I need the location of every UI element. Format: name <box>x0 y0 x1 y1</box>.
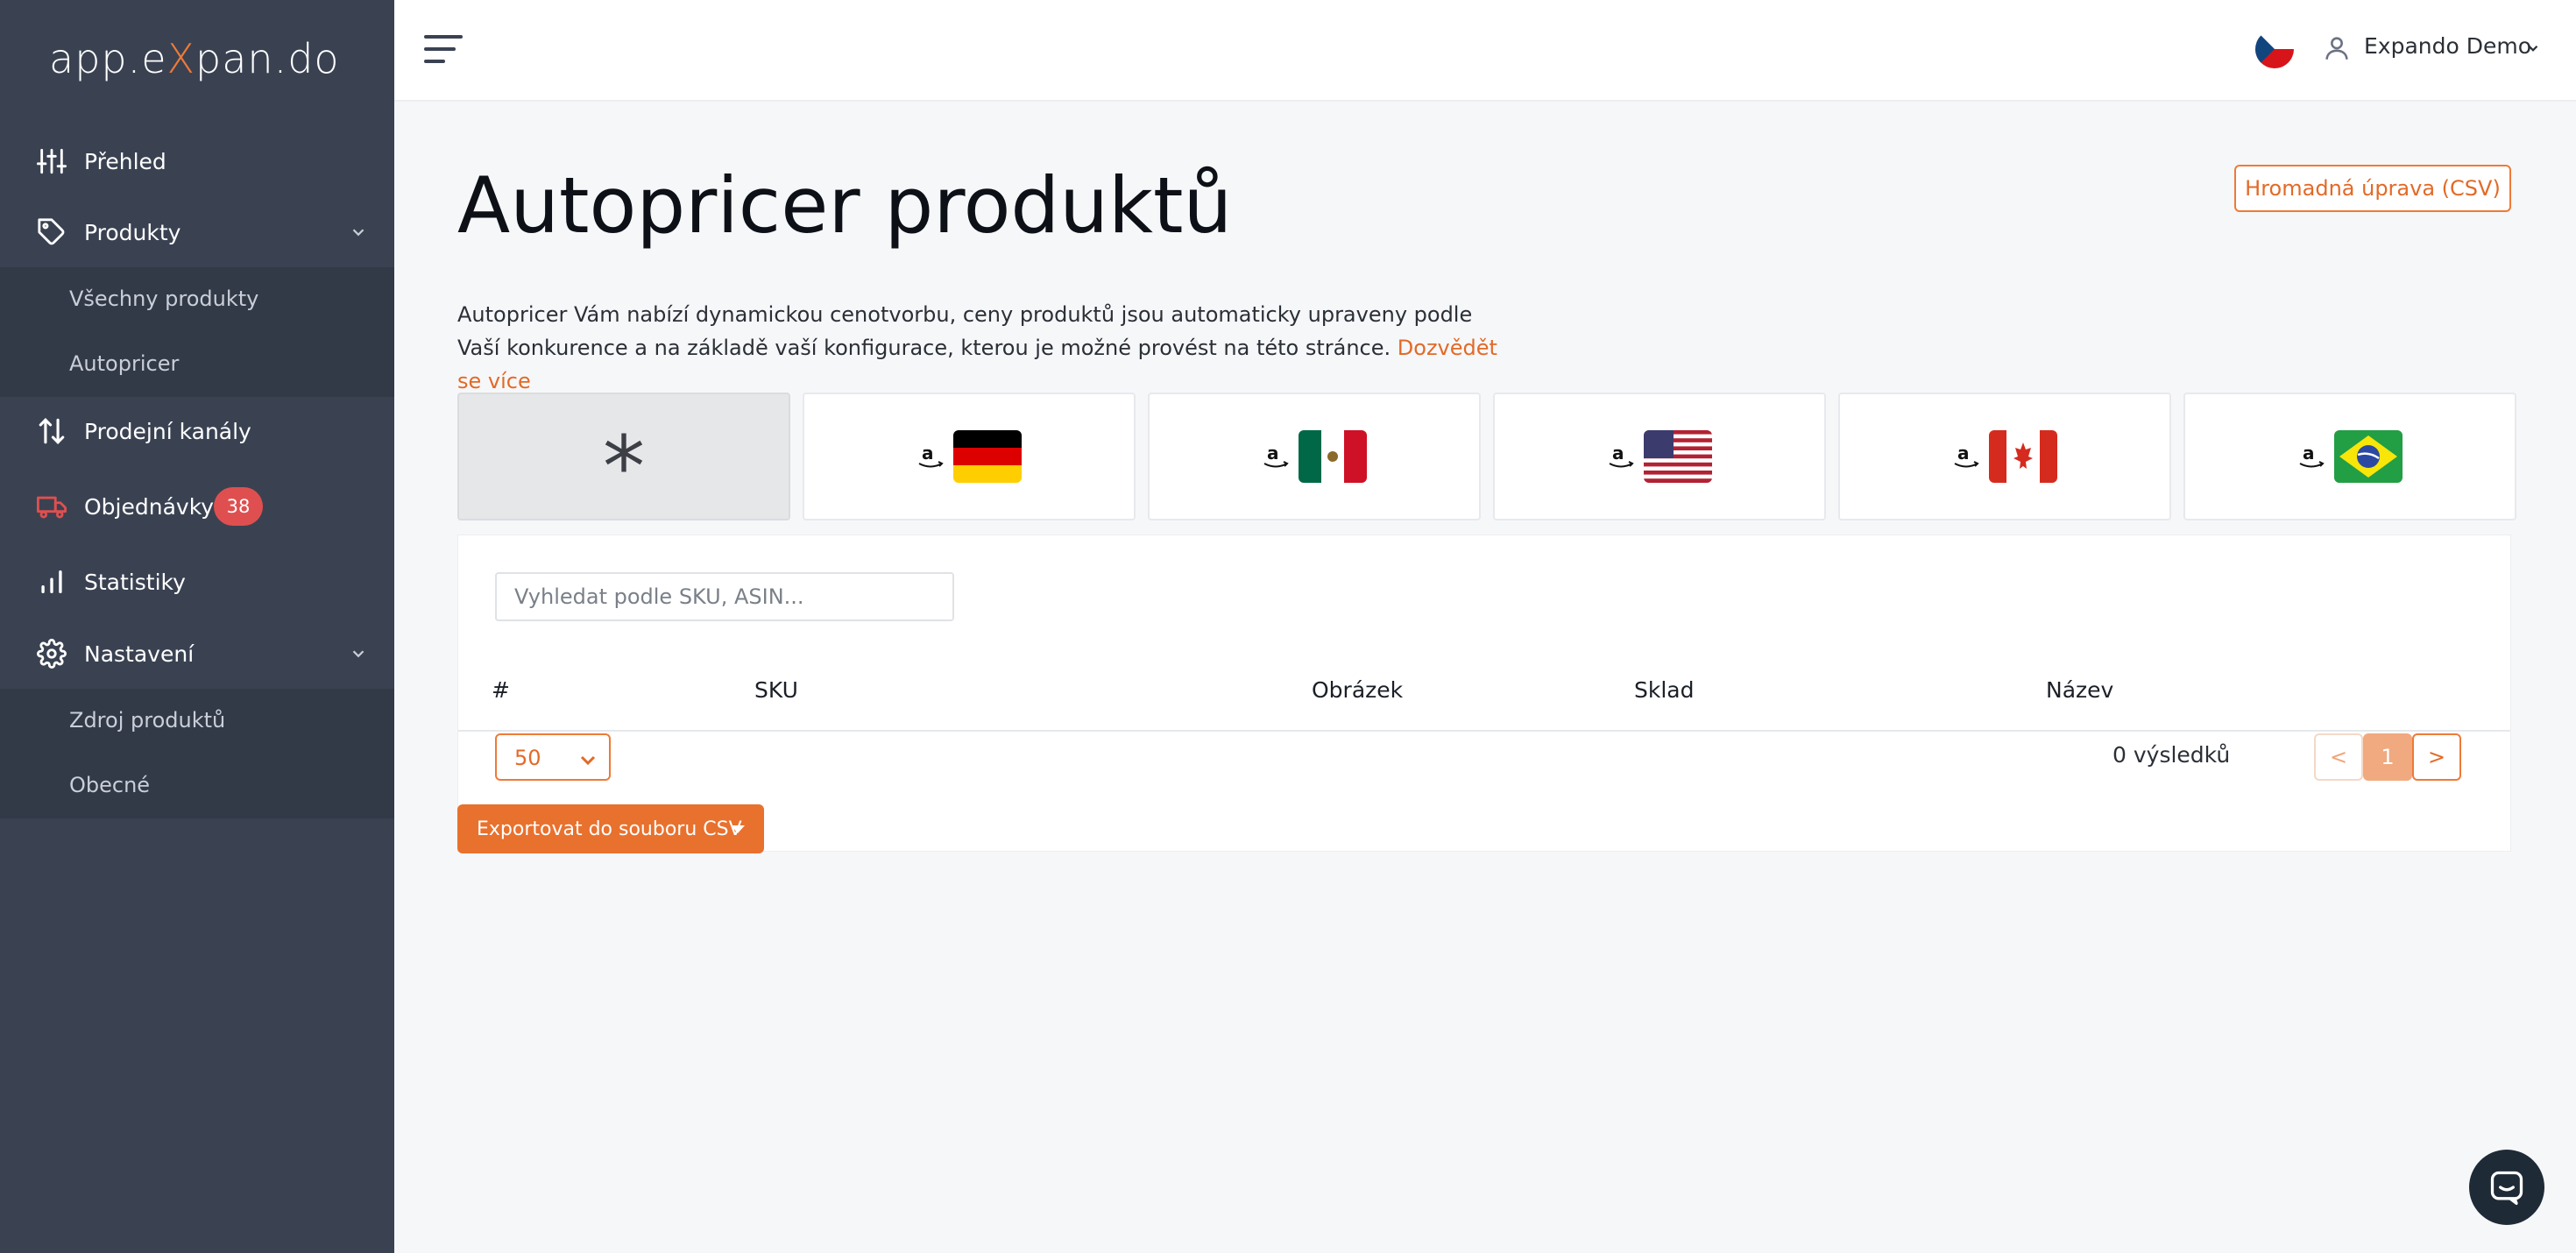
menu-toggle-icon[interactable] <box>422 32 464 67</box>
column-header-sku[interactable]: SKU <box>754 677 798 703</box>
marketplace-tab-mx[interactable]: a <box>1148 393 1481 520</box>
marketplace-tab-br[interactable]: a <box>2183 393 2516 520</box>
column-header-name[interactable]: Název <box>2046 677 2113 703</box>
pagination-page-button[interactable]: 1 <box>2363 733 2412 781</box>
sidebar-item-produkty[interactable]: Produkty <box>0 197 394 267</box>
sidebar-item-label: Nastavení <box>84 641 195 667</box>
sidebar-item-nastaveni[interactable]: Nastavení <box>0 619 394 689</box>
user-icon <box>2325 37 2348 60</box>
svg-text:a: a <box>922 442 934 464</box>
column-header-index[interactable]: # <box>492 677 510 703</box>
sidebar-subitem-zdroj-produktu[interactable]: Zdroj produktů <box>69 708 225 733</box>
sidebar: app.eXpan.do Přehled Produkty Všechny pr… <box>0 0 394 1253</box>
sidebar-subitem-vsechny-produkty[interactable]: Všechny produkty <box>69 287 258 311</box>
cz-flag-icon[interactable] <box>2255 30 2294 68</box>
truck-icon <box>37 496 67 519</box>
amazon-logo-icon: a <box>1954 442 1979 468</box>
user-menu-name[interactable]: Expando Demo <box>2364 33 2531 59</box>
per-page-value: 50 <box>514 746 541 770</box>
sidebar-item-objednavky[interactable]: Objednávky 38 <box>0 471 394 542</box>
chat-support-button[interactable] <box>2469 1150 2544 1225</box>
sidebar-subitem-autopricer[interactable]: Autopricer <box>69 351 179 376</box>
chat-icon <box>2490 1171 2523 1205</box>
amazon-logo-icon: a <box>918 442 944 468</box>
sliders-icon <box>37 148 67 174</box>
pagination-prev-button[interactable]: < <box>2314 733 2363 781</box>
arrows-updown-icon <box>39 418 65 444</box>
orders-count-badge: 38 <box>214 487 263 526</box>
sidebar-item-label: Statistiky <box>84 569 186 595</box>
svg-text:a: a <box>1612 442 1624 464</box>
page-description: Autopricer Vám nabízí dynamickou cenotvo… <box>457 298 1509 398</box>
chevron-down-icon <box>352 650 364 658</box>
export-csv-label: Exportovat do souboru CSV <box>477 818 742 840</box>
nastaveni-submenu: Zdroj produktů Obecné <box>0 689 394 818</box>
marketplace-tab-de[interactable]: a <box>803 393 1136 520</box>
gear-icon <box>37 639 67 669</box>
amazon-logo-icon: a <box>1609 442 1634 468</box>
search-input[interactable] <box>495 572 954 621</box>
sidebar-subitem-obecne[interactable]: Obecné <box>69 773 150 797</box>
bar-chart-icon <box>41 570 62 594</box>
all-marketplaces-label: * <box>603 418 645 516</box>
svg-text:a: a <box>1267 442 1279 464</box>
svg-text:a: a <box>2303 442 2315 464</box>
bulk-edit-csv-button[interactable]: Hromadná úprava (CSV) <box>2234 165 2511 212</box>
chevron-down-icon[interactable] <box>2525 40 2541 56</box>
export-csv-button[interactable]: Exportovat do souboru CSV <box>457 804 764 853</box>
app-logo[interactable]: app.eXpan.do <box>49 35 340 82</box>
table-header-divider <box>458 730 2510 732</box>
chevron-down-icon <box>580 755 596 766</box>
results-count: 0 výsledků <box>2112 742 2231 768</box>
brazil-flag-icon <box>2334 430 2403 483</box>
products-panel: # SKU Obrázek Sklad Název 50 0 výsledků … <box>457 534 2511 852</box>
sidebar-item-label: Objednávky <box>84 493 215 520</box>
sidebar-item-label: Prodejní kanály <box>84 418 251 444</box>
per-page-select[interactable]: 50 <box>495 733 611 781</box>
sidebar-item-statistiky[interactable]: Statistiky <box>0 547 394 617</box>
amazon-logo-icon: a <box>2299 442 2325 468</box>
marketplace-tab-us[interactable]: a <box>1493 393 1826 520</box>
marketplace-tab-ca[interactable]: a <box>1838 393 2171 520</box>
germany-flag-icon <box>953 430 1022 483</box>
sidebar-item-prehled[interactable]: Přehled <box>0 126 394 196</box>
amazon-logo-icon: a <box>1263 442 1289 468</box>
marketplace-tab-all[interactable]: * <box>457 393 790 520</box>
mexico-flag-icon <box>1299 430 1367 483</box>
caret-down-icon[interactable] <box>731 825 745 833</box>
topbar: Expando Demo <box>394 0 2576 102</box>
description-text: Autopricer Vám nabízí dynamickou cenotvo… <box>457 302 1473 360</box>
sidebar-item-label: Přehled <box>84 148 166 174</box>
canada-flag-icon <box>1989 430 2057 483</box>
produkty-submenu: Všechny produkty Autopricer <box>0 267 394 397</box>
chevron-down-icon <box>352 229 364 237</box>
tag-icon <box>38 218 65 245</box>
page-title: Autopricer produktů <box>457 160 1233 251</box>
pagination-next-button[interactable]: > <box>2412 733 2461 781</box>
svg-text:a: a <box>1957 442 1970 464</box>
column-header-image[interactable]: Obrázek <box>1312 677 1403 703</box>
sidebar-item-prodejni-kanaly[interactable]: Prodejní kanály <box>0 396 394 466</box>
sidebar-item-label: Produkty <box>84 219 181 245</box>
usa-flag-icon <box>1644 430 1712 483</box>
column-header-stock[interactable]: Sklad <box>1634 677 1694 703</box>
